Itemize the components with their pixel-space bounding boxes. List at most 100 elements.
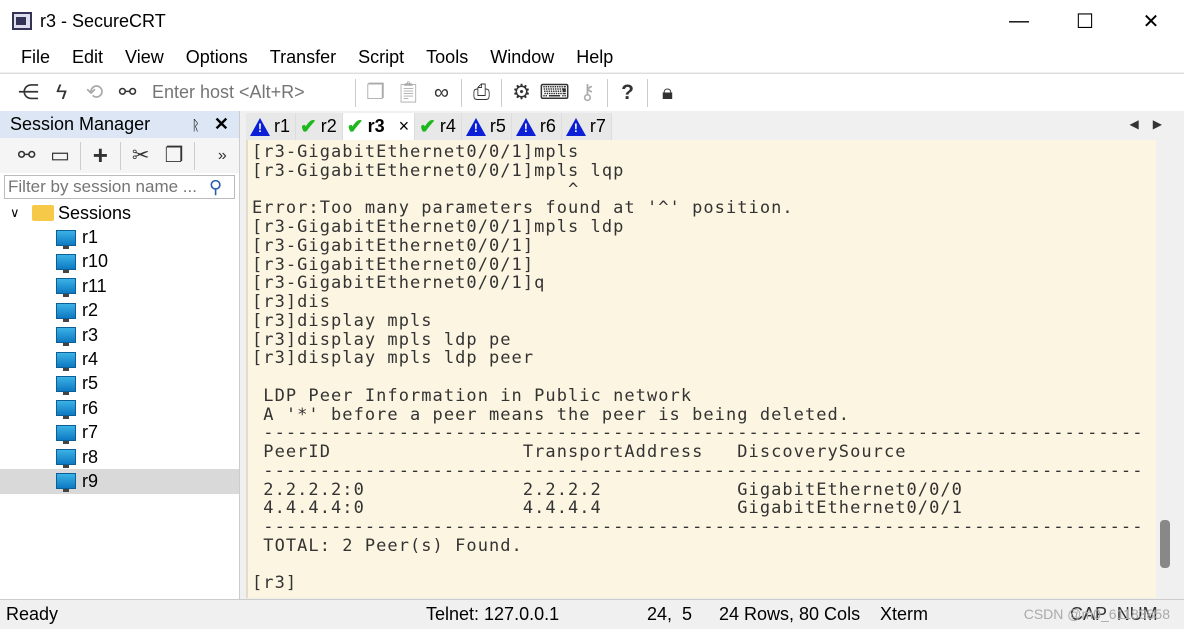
tab-label: r6 — [539, 116, 556, 136]
menu-view[interactable]: View — [114, 47, 175, 68]
monitor-icon — [56, 351, 76, 371]
menu-transfer[interactable]: Transfer — [259, 47, 347, 68]
session-manager-toolbar: ⚯ ▭ + ✂ ❐ » — [0, 138, 239, 173]
copy-icon[interactable]: ❐ — [359, 78, 392, 108]
paste-icon[interactable]: 📋︎ — [392, 78, 425, 108]
scrollbar-thumb[interactable] — [1160, 520, 1170, 568]
session-item-r7[interactable]: r7 — [0, 421, 239, 445]
monitor-icon — [56, 327, 76, 347]
session-label: r11 — [82, 275, 107, 296]
tab-r7[interactable]: r7 — [561, 113, 612, 140]
toolbar-divider — [607, 78, 608, 107]
session-label: r1 — [82, 227, 99, 248]
status-terminal-size: 24 Rows, 80 Cols — [719, 604, 861, 624]
status-connection: Telnet: 127.0.0.1 — [426, 604, 560, 624]
tab-r4[interactable]: ✔ r4 — [415, 113, 462, 140]
help-icon[interactable]: ? — [611, 78, 644, 108]
keymap-keyboard-icon[interactable]: ⌨ — [538, 78, 571, 108]
sftp-lock-icon[interactable]: 🔒︎ — [651, 78, 684, 108]
tab-r2[interactable]: ✔ r2 — [296, 113, 343, 140]
find-binoculars-icon[interactable]: ∞ — [425, 78, 458, 108]
tab-r3[interactable]: ✔ r3 × — [342, 113, 416, 140]
session-item-r1[interactable]: r1 — [0, 225, 239, 249]
key-icon[interactable]: ⚷ — [571, 78, 604, 108]
watermark: CSDN @m0_61183858 — [1023, 606, 1170, 622]
terminal-scrollbar[interactable] — [1156, 140, 1176, 598]
session-label: r10 — [82, 251, 109, 272]
toolbar-divider — [355, 78, 356, 107]
monitor-icon — [56, 473, 76, 493]
reconnect-icon[interactable]: ⟲ — [78, 78, 111, 108]
search-icon[interactable]: ⚲ — [209, 177, 222, 198]
session-item-r5[interactable]: r5 — [0, 372, 239, 396]
add-session-icon[interactable]: + — [84, 140, 117, 171]
session-label: r8 — [82, 446, 99, 467]
toolbar-divider — [79, 141, 81, 170]
tab-r1[interactable]: r1 — [246, 113, 297, 140]
session-item-r4[interactable]: r4 — [0, 347, 239, 371]
close-panel-icon[interactable]: ✕ — [214, 114, 229, 135]
session-manager-panel: Session Manager ᚱ ✕ ⚯ ▭ + ✂ ❐ » ⚲ ∨ Sess… — [0, 111, 240, 599]
cut-scissors-icon[interactable]: ✂ — [124, 141, 157, 171]
session-label: r2 — [82, 300, 99, 321]
toolbar-divider — [501, 78, 502, 107]
session-item-r6[interactable]: r6 — [0, 396, 239, 420]
tab-label: r5 — [489, 116, 506, 136]
monitor-icon — [56, 400, 76, 420]
status-bar: Ready Telnet: 127.0.0.1 24, 5 24 Rows, 8… — [0, 599, 1184, 629]
menu-edit[interactable]: Edit — [61, 47, 114, 68]
session-item-r9[interactable]: r9 — [0, 469, 239, 494]
menu-options[interactable]: Options — [175, 47, 259, 68]
link-icon[interactable]: ⚯ — [111, 78, 144, 108]
checkmark-icon: ✔ — [300, 116, 317, 138]
session-label: r9 — [82, 470, 99, 491]
filter-input[interactable] — [5, 177, 205, 197]
chevron-down-icon[interactable]: ∨ — [10, 205, 30, 221]
folder-icon — [32, 205, 54, 222]
menu-bar: File Edit View Options Transfer Script T… — [0, 42, 1184, 72]
settings-gear-icon[interactable]: ⚙ — [505, 78, 538, 108]
tab-close-icon[interactable]: × — [399, 116, 410, 137]
lightning-icon[interactable]: ϟ — [45, 78, 78, 108]
tree-folder-sessions[interactable]: ∨ Sessions — [0, 201, 239, 225]
session-tree: ∨ Sessions r1 r10 r11 r2 r3 r4 r5 r6 r7 r8 r9 — [0, 201, 239, 494]
checkmark-icon: ✔ — [346, 116, 364, 138]
menu-tools[interactable]: Tools — [415, 47, 479, 68]
menu-help[interactable]: Help — [565, 47, 624, 68]
more-chevron-icon[interactable]: » — [206, 141, 239, 171]
tab-scroll-arrows[interactable]: ◀▶ — [1130, 117, 1176, 131]
monitor-icon — [56, 278, 76, 298]
connect-tree-icon[interactable]: ⋲ — [12, 78, 45, 108]
session-label: r4 — [82, 349, 99, 370]
close-button[interactable]: ✕ — [1118, 0, 1184, 42]
session-item-r11[interactable]: r11 — [0, 274, 239, 298]
session-label: r7 — [82, 422, 99, 443]
warning-icon — [515, 117, 536, 136]
monitor-icon — [56, 229, 76, 249]
monitor-icon — [56, 253, 76, 273]
session-item-r10[interactable]: r10 — [0, 250, 239, 274]
menu-window[interactable]: Window — [479, 47, 565, 68]
monitor-icon — [56, 449, 76, 469]
minimize-button[interactable]: — — [986, 0, 1052, 42]
session-item-r8[interactable]: r8 — [0, 445, 239, 469]
menu-script[interactable]: Script — [347, 47, 415, 68]
session-item-r2[interactable]: r2 — [0, 299, 239, 323]
window-title: r3 - SecureCRT — [40, 10, 166, 31]
copy-icon[interactable]: ❐ — [157, 141, 190, 171]
pin-icon[interactable]: ᚱ — [192, 117, 200, 133]
menu-file[interactable]: File — [10, 47, 61, 68]
print-icon[interactable]: ⎙ — [465, 78, 498, 108]
session-item-r3[interactable]: r3 — [0, 323, 239, 347]
session-tabs: r1✔r2✔r3×✔r4 r5 r6 r7 ◀▶ — [246, 111, 1184, 140]
terminal-output: [r3-GigabitEthernet0/0/1]mpls [r3-Gigabi… — [252, 142, 1144, 594]
tab-r5[interactable]: r5 — [461, 113, 512, 140]
tab-r6[interactable]: r6 — [511, 113, 562, 140]
enter-host-input[interactable] — [152, 82, 352, 103]
connect-link-icon[interactable]: ⚯ — [10, 141, 43, 171]
terminal-view[interactable]: [r3-GigabitEthernet0/0/1]mpls [r3-Gigabi… — [246, 140, 1156, 598]
tab-label: r7 — [589, 116, 606, 136]
maximize-button[interactable]: ☐ — [1052, 0, 1118, 42]
connect-tab-icon[interactable]: ▭ — [43, 141, 76, 171]
toolbar: ⋲ ϟ ⟲ ⚯ ❐ 📋︎ ∞ ⎙ ⚙ ⌨ ⚷ ? 🔒︎ — [0, 73, 1184, 111]
